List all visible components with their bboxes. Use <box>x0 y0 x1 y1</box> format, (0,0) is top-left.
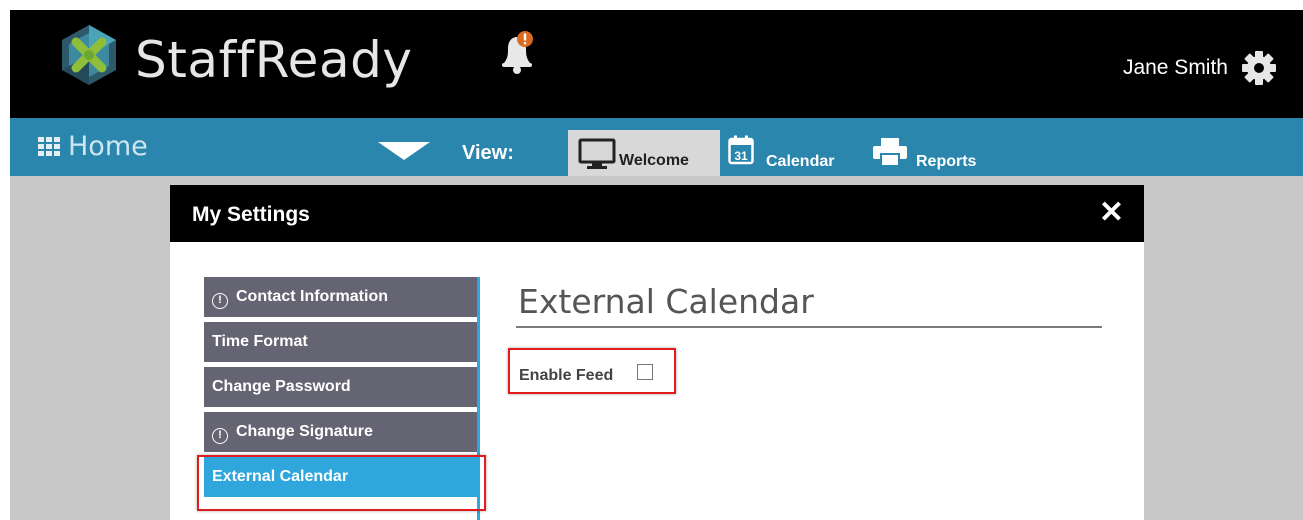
modal-header: My Settings ✕ <box>170 185 1144 242</box>
menu-item-label: Time Format <box>212 333 308 350</box>
tab-reports[interactable]: Reports <box>868 130 998 176</box>
modal-title: My Settings <box>192 203 310 226</box>
calendar-icon: 31 <box>728 135 754 165</box>
notification-bell-icon[interactable] <box>498 30 536 76</box>
view-label: View: <box>462 142 514 164</box>
menu-item-change-password[interactable]: Change Password <box>204 367 480 407</box>
app-window: StaffReady Jane Smith Home View: Welcome… <box>10 10 1303 520</box>
menu-item-label: Change Signature <box>236 423 373 440</box>
top-bar: StaffReady Jane Smith <box>10 10 1303 118</box>
menu-item-contact-information[interactable]: ! Contact Information <box>204 277 480 317</box>
warning-icon: ! <box>212 293 228 309</box>
section-divider <box>516 326 1102 328</box>
nav-dropdown-triangle-icon[interactable] <box>378 142 430 160</box>
section-title: External Calendar <box>518 282 814 321</box>
tab-welcome-label: Welcome <box>619 152 689 169</box>
menu-item-label: Change Password <box>212 378 351 395</box>
settings-modal: My Settings ✕ ! Contact Information Time … <box>170 185 1144 520</box>
close-icon[interactable]: ✕ <box>1099 198 1124 228</box>
tab-calendar-label: Calendar <box>766 153 835 170</box>
home-link[interactable]: Home <box>68 132 148 162</box>
highlight-box-menu <box>197 455 486 511</box>
app-brand-name: StaffReady <box>135 31 413 89</box>
grid-icon[interactable] <box>38 137 60 157</box>
menu-item-change-signature[interactable]: ! Change Signature <box>204 412 480 452</box>
settings-gear-icon[interactable] <box>1241 50 1277 86</box>
menu-item-time-format[interactable]: Time Format <box>204 322 480 362</box>
monitor-icon <box>578 138 616 169</box>
printer-icon <box>873 138 907 167</box>
tab-welcome[interactable]: Welcome <box>568 130 720 176</box>
tab-calendar[interactable]: 31 Calendar <box>724 130 854 176</box>
warning-icon: ! <box>212 428 228 444</box>
user-name[interactable]: Jane Smith <box>1123 56 1228 80</box>
svg-text:31: 31 <box>734 149 748 163</box>
menu-item-label: Contact Information <box>236 288 388 305</box>
highlight-box-enable-feed <box>508 348 676 394</box>
tab-reports-label: Reports <box>916 153 977 170</box>
staffready-logo-icon <box>62 25 116 85</box>
